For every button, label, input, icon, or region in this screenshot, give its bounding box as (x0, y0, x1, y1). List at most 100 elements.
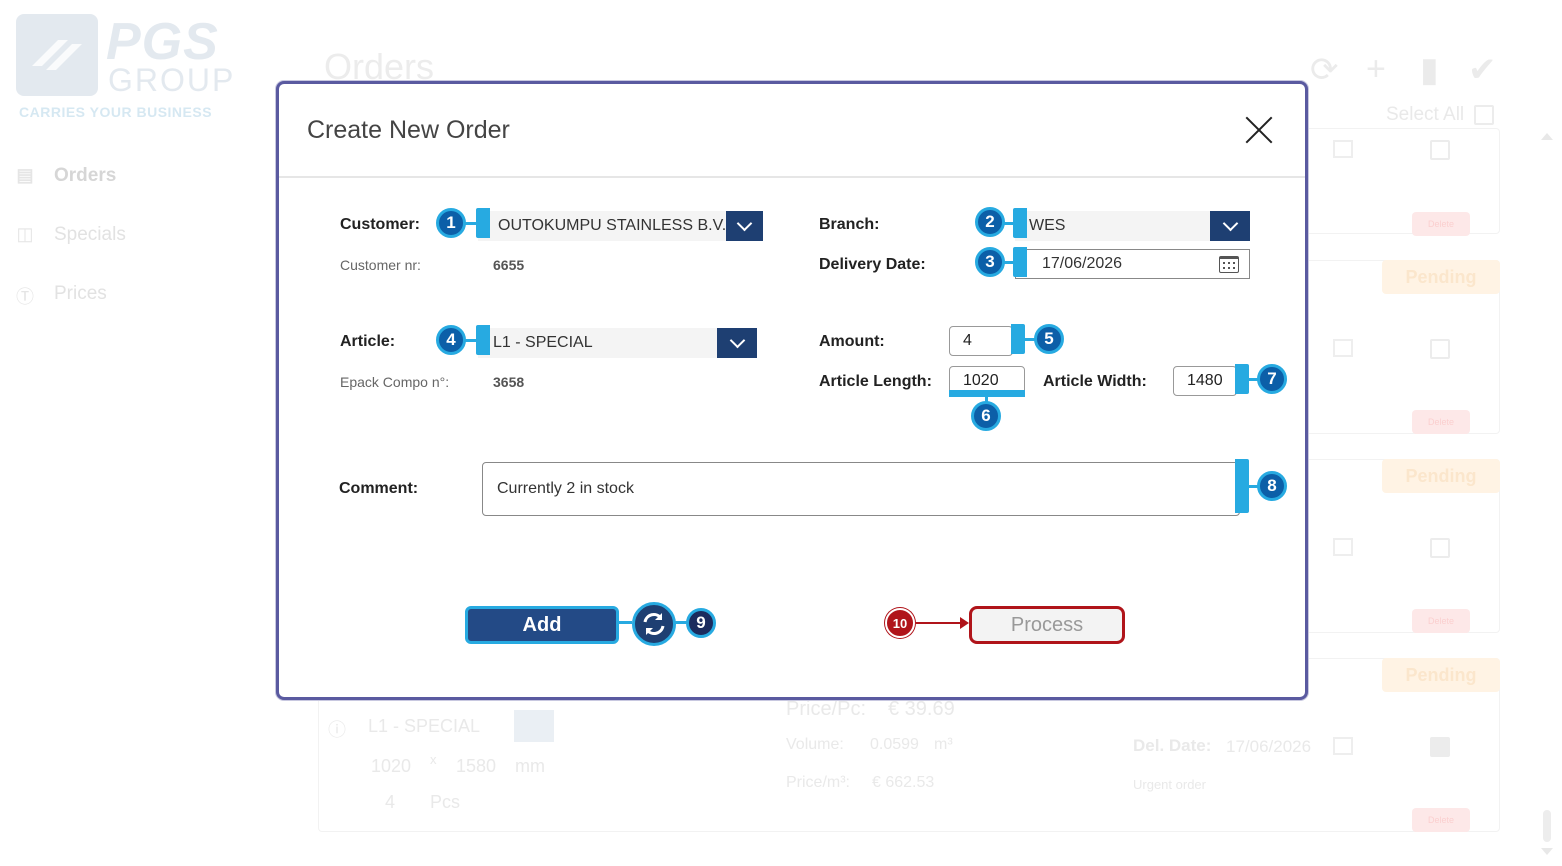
process-button[interactable]: Process (969, 606, 1125, 644)
delete-button[interactable]: Delete (1412, 609, 1470, 633)
delete-button[interactable]: Delete (1412, 410, 1470, 434)
sidebar-item-label: Specials (54, 224, 126, 245)
bg-volume-unit: m³ (934, 736, 953, 753)
sidebar-item-label: Orders (54, 165, 117, 186)
callout-connector (616, 621, 632, 624)
callout-6: 6 (971, 401, 1001, 431)
callout-tab (476, 208, 490, 238)
select-all-checkbox[interactable] (1474, 105, 1495, 125)
calendar-icon (1333, 737, 1353, 755)
bg-price-pc: € 39.69 (888, 698, 955, 720)
calendar-icon (1333, 339, 1353, 357)
chevron-down-icon[interactable] (1210, 211, 1250, 241)
customer-dropdown[interactable]: OUTOKUMPU STAINLESS B.V. (478, 211, 763, 241)
scroll-up-arrow[interactable] (1541, 133, 1553, 140)
customer-nr-label: Customer nr: (340, 257, 421, 273)
callout-4: 4 (436, 325, 466, 355)
callout-connector (464, 222, 478, 225)
article-width-value: 1480 (1187, 372, 1223, 389)
select-all[interactable]: Select All (1386, 104, 1495, 126)
chevron-down-icon[interactable] (717, 328, 757, 358)
delivery-date-input[interactable]: 17/06/2026 (1015, 249, 1250, 279)
check-circle-icon[interactable]: ✔ (1468, 50, 1497, 90)
callout-tab (476, 325, 490, 355)
article-width-label: Article Width: (1043, 373, 1147, 390)
row-checkbox[interactable] (1430, 538, 1450, 558)
amount-input[interactable]: 4 (949, 326, 1013, 356)
dialog-title: Create New Order (307, 116, 510, 144)
logo-icon (32, 40, 82, 70)
status-badge: Pending (1382, 658, 1500, 692)
logo-subtitle: GROUP (108, 62, 236, 98)
customer-label: Customer: (340, 216, 421, 233)
scrollbar-thumb[interactable] (1543, 810, 1551, 842)
amount-label: Amount: (819, 333, 885, 350)
sidebar-item-orders[interactable]: ▤ Orders (14, 165, 116, 187)
status-badge: Pending (1382, 459, 1500, 493)
sidebar-item-prices[interactable]: Ⓣ Prices (14, 283, 107, 307)
branch-dropdown[interactable]: WES (1015, 211, 1250, 241)
arrow-right-icon (960, 617, 969, 629)
bg-price-pc-label: Price/Pc: (786, 698, 867, 720)
bg-del-date-label: Del. Date: (1133, 736, 1212, 755)
callout-7: 7 (1257, 364, 1287, 394)
epack-value: 3658 (493, 374, 525, 390)
row-checkbox[interactable] (1430, 339, 1450, 359)
row-checkbox[interactable] (1430, 140, 1450, 160)
bg-price-m3-label: Price/m³: (786, 774, 850, 791)
delete-button[interactable]: Delete (1412, 212, 1470, 236)
chevron-down-icon[interactable] (726, 211, 763, 241)
sidebar-item-specials[interactable]: ◫ Specials (14, 224, 126, 246)
bg-article: L1 - SPECIAL (368, 716, 481, 736)
calendar-icon[interactable] (1219, 256, 1239, 273)
calendar-icon (1333, 140, 1353, 158)
delivery-date-value: 17/06/2026 (1042, 255, 1123, 272)
article-dropdown[interactable]: L1 - SPECIAL (478, 328, 757, 358)
bg-article-dropdown (514, 710, 554, 742)
refresh-icon[interactable]: ⟳ (1310, 50, 1339, 90)
bg-width: 1580 (456, 756, 497, 776)
refresh-arrows-icon (643, 613, 665, 635)
callout-connector (464, 339, 478, 342)
bg-volume-label: Volume: (786, 736, 844, 753)
callout-5: 5 (1034, 324, 1064, 354)
bg-times: x (430, 752, 437, 767)
article-length-label: Article Length: (819, 373, 932, 390)
calendar-icon (1333, 538, 1353, 556)
create-order-dialog: Create New Order Customer: OUTOKUMPU STA… (276, 81, 1308, 700)
bg-del-date: 17/06/2026 (1226, 737, 1312, 756)
add-button[interactable]: Add (465, 606, 619, 644)
callout-8: 8 (1257, 471, 1287, 501)
callout-1: 1 (436, 208, 466, 238)
comment-value: Currently 2 in stock (497, 480, 634, 497)
add-icon[interactable]: + (1366, 50, 1386, 89)
scroll-down-arrow[interactable] (1541, 848, 1553, 855)
article-value: L1 - SPECIAL (493, 334, 593, 351)
branch-label: Branch: (819, 216, 880, 233)
article-label: Article: (340, 333, 396, 350)
delivery-date-label: Delivery Date: (819, 256, 926, 273)
logo-mark (16, 14, 98, 96)
comment-label: Comment: (339, 480, 419, 497)
bg-price-m3: € 662.53 (872, 774, 935, 791)
amount-value: 4 (963, 332, 972, 349)
dialog-header: Create New Order (279, 84, 1305, 178)
callout-2: 2 (975, 207, 1005, 237)
callout-connector (916, 622, 962, 624)
callout-10: 10 (885, 608, 915, 638)
callout-9: 9 (686, 608, 716, 638)
close-icon[interactable] (1243, 114, 1275, 146)
clipboard-icon[interactable]: ▮ (1420, 50, 1439, 90)
bg-unit: mm (515, 756, 545, 776)
article-width-input[interactable]: 1480 (1173, 366, 1237, 396)
refresh-icon[interactable] (632, 602, 676, 646)
customer-value: OUTOKUMPU STAINLESS B.V. (498, 217, 727, 234)
comment-field[interactable]: Currently 2 in stock (482, 462, 1240, 516)
branch-value: WES (1029, 217, 1066, 234)
callout-3: 3 (975, 247, 1005, 277)
select-all-label: Select All (1386, 104, 1465, 125)
row-checkbox[interactable] (1430, 737, 1450, 757)
sidebar-item-label: Prices (54, 283, 107, 304)
delete-button[interactable]: Delete (1412, 808, 1470, 832)
document-icon: ▤ (16, 165, 34, 185)
